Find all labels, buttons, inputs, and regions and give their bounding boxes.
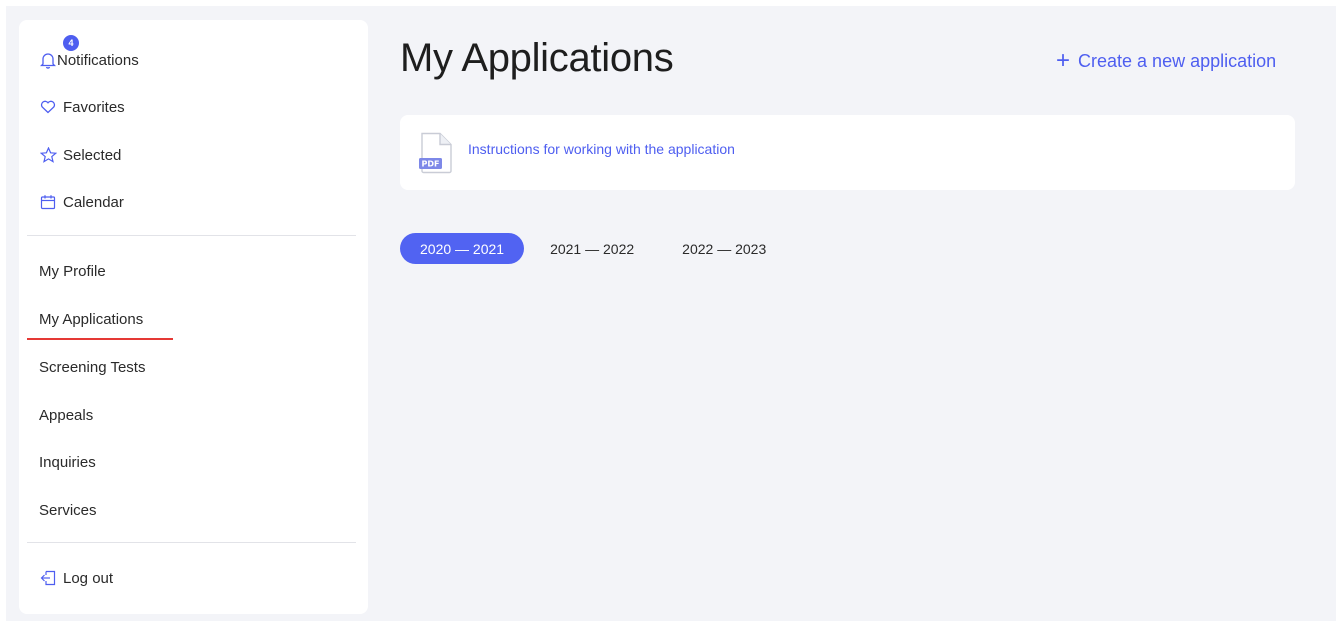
sidebar-item-favorites[interactable]: Favorites	[39, 95, 125, 119]
sidebar-item-label: My Profile	[39, 262, 106, 280]
active-item-indicator	[27, 338, 173, 340]
sidebar-item-label: Screening Tests	[39, 358, 146, 376]
logout-button[interactable]: Log out	[39, 566, 113, 590]
sidebar: 4 Notifications Favorites Selected Calen…	[19, 20, 368, 614]
sidebar-divider	[27, 235, 356, 236]
heart-icon	[39, 98, 57, 116]
year-tabs: 2020 — 2021 2021 — 2022 2022 — 2023	[400, 233, 794, 264]
sidebar-item-label: My Applications	[39, 310, 144, 328]
sidebar-item-label: Services	[39, 501, 97, 519]
notification-count-badge: 4	[63, 35, 79, 51]
calendar-icon	[39, 193, 57, 211]
sidebar-divider	[27, 542, 356, 543]
logout-label: Log out	[63, 569, 114, 587]
page-title: My Applications	[400, 36, 674, 80]
sidebar-item-notifications[interactable]: 4 Notifications	[39, 35, 139, 72]
bell-icon	[39, 51, 57, 69]
sidebar-item-selected[interactable]: Selected	[39, 143, 121, 167]
sidebar-item-inquiries[interactable]: Inquiries	[39, 450, 96, 474]
sidebar-item-screening-tests[interactable]: Screening Tests	[39, 355, 145, 379]
instructions-card: PDF Instructions for working with the ap…	[400, 115, 1295, 190]
logout-icon	[39, 569, 57, 587]
sidebar-item-label: Selected	[63, 146, 122, 164]
tab-2020-2021[interactable]: 2020 — 2021	[400, 233, 525, 264]
sidebar-item-label: Appeals	[39, 406, 94, 424]
sidebar-item-label: Notifications	[57, 51, 139, 69]
pdf-file-icon[interactable]: PDF	[418, 132, 454, 174]
sidebar-item-label: Inquiries	[39, 453, 96, 471]
sidebar-item-appeals[interactable]: Appeals	[39, 403, 93, 427]
create-application-link[interactable]: + Create a new application	[1056, 49, 1276, 73]
create-application-label: Create a new application	[1078, 50, 1277, 71]
sidebar-item-my-applications[interactable]: My Applications	[39, 307, 143, 331]
tab-2021-2022[interactable]: 2021 — 2022	[530, 233, 654, 264]
instructions-link[interactable]: Instructions for working with the applic…	[468, 141, 735, 157]
plus-icon: +	[1056, 47, 1071, 74]
tab-2022-2023[interactable]: 2022 — 2023	[662, 233, 786, 264]
sidebar-item-my-profile[interactable]: My Profile	[39, 259, 106, 283]
star-icon	[39, 146, 57, 164]
sidebar-item-label: Calendar	[63, 193, 124, 211]
sidebar-item-label: Favorites	[63, 98, 125, 116]
sidebar-item-calendar[interactable]: Calendar	[39, 190, 124, 214]
sidebar-item-services[interactable]: Services	[39, 498, 97, 522]
svg-text:PDF: PDF	[422, 159, 440, 168]
